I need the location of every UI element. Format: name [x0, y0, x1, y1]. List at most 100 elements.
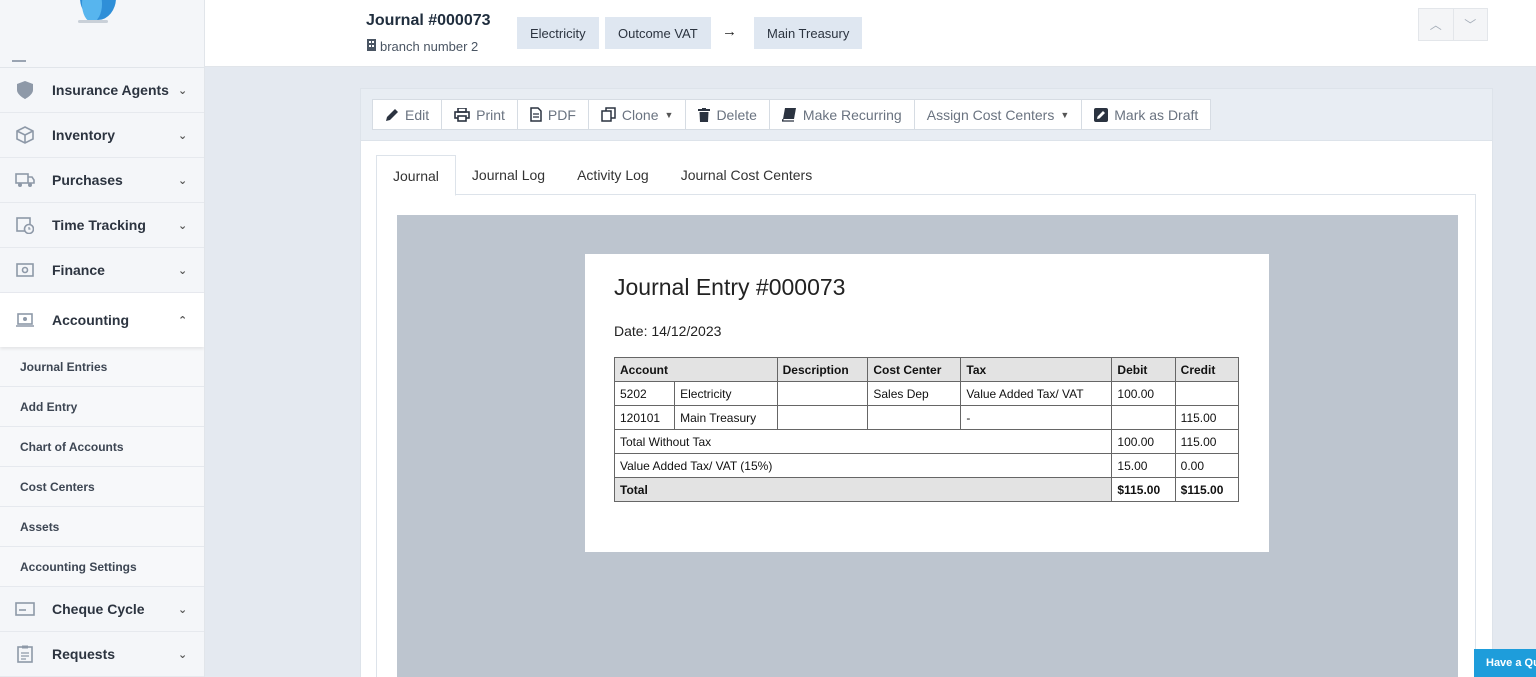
- cell-debit: 100.00: [1111, 381, 1176, 406]
- submenu-assets[interactable]: Assets: [0, 507, 204, 547]
- sidebar-item-accounting[interactable]: Accounting ⌃: [0, 293, 204, 347]
- cheque-icon: [14, 598, 36, 620]
- submenu-cost-centers[interactable]: Cost Centers: [0, 467, 204, 507]
- journal-panel: Edit Print PDF Clone ▼ Delete Make Recur…: [360, 88, 1493, 677]
- table-header-row: Account Description Cost Center Tax Debi…: [614, 357, 1240, 382]
- pencil-icon: [385, 108, 399, 122]
- chevron-down-icon: ⌄: [178, 129, 188, 142]
- submenu-journal-entries[interactable]: Journal Entries: [0, 347, 204, 387]
- edit-label: Edit: [405, 106, 430, 123]
- sidebar-item-label: Requests: [52, 646, 116, 662]
- sidebar-item-label: Finance: [52, 262, 105, 278]
- cell-account-name: Main Treasury: [674, 405, 778, 430]
- sidebar-item-label: Purchases: [52, 172, 123, 188]
- print-button[interactable]: Print: [441, 99, 518, 130]
- header-credit: Credit: [1174, 357, 1240, 382]
- sidebar-item-purchases[interactable]: Purchases ⌄: [0, 158, 204, 203]
- delete-button[interactable]: Delete: [685, 99, 770, 130]
- tab-journal[interactable]: Journal: [376, 155, 456, 196]
- header-cost-center: Cost Center: [867, 357, 962, 382]
- pdf-button[interactable]: PDF: [516, 99, 589, 130]
- journal-document: Journal Entry #000073 Date: 14/12/2023 A…: [585, 254, 1269, 552]
- header-description: Description: [776, 357, 869, 382]
- accounting-icon: [14, 309, 36, 331]
- branch-label: branch number 2: [366, 39, 478, 54]
- tab-activity-log[interactable]: Activity Log: [561, 155, 665, 195]
- arrow-right-icon: →: [722, 23, 737, 40]
- sidebar-item-requests[interactable]: Requests ⌄: [0, 632, 204, 677]
- money-icon: [14, 259, 36, 281]
- cell-tax: -: [960, 405, 1113, 430]
- file-icon: [530, 107, 542, 122]
- chevron-down-icon: ⌄: [178, 219, 188, 232]
- chevron-down-icon: ⌄: [178, 603, 188, 616]
- pdf-label: PDF: [547, 106, 576, 123]
- mark-as-draft-label: Mark as Draft: [1114, 106, 1199, 123]
- calendar-clock-icon: [14, 214, 36, 236]
- record-navigation: ︿ ﹀: [1418, 8, 1488, 41]
- edit-button[interactable]: Edit: [372, 99, 443, 130]
- sidebar-item-inventory[interactable]: Inventory ⌄: [0, 113, 204, 158]
- cell-account-code: 5202: [613, 381, 676, 406]
- submenu-add-entry[interactable]: Add Entry: [0, 387, 204, 427]
- cell-credit: [1174, 381, 1240, 406]
- sidebar-item-finance[interactable]: Finance ⌄: [0, 248, 204, 293]
- sidebar-item-cheque-cycle[interactable]: Cheque Cycle ⌄: [0, 587, 204, 632]
- caret-down-icon: ▼: [1060, 109, 1070, 120]
- total-without-tax-credit: 115.00: [1174, 429, 1240, 454]
- building-icon: [366, 39, 377, 54]
- nav-top-group: Insurance Agents ⌄ Inventory ⌄ Purchases…: [0, 68, 204, 293]
- clipboard-icon: [14, 643, 36, 665]
- cell-tax: Value Added Tax/ VAT: [960, 381, 1113, 406]
- chevron-down-icon: ⌄: [178, 264, 188, 277]
- total-credit: $115.00: [1174, 477, 1240, 502]
- page-title: Journal #000073: [366, 12, 491, 29]
- table-row: 120101 Main Treasury - 115.00: [613, 405, 1240, 430]
- clone-label: Clone: [621, 106, 659, 123]
- mark-as-draft-button[interactable]: Mark as Draft: [1081, 99, 1212, 130]
- total-without-tax-row: Total Without Tax 100.00 115.00: [613, 429, 1240, 454]
- cell-debit: [1111, 405, 1176, 430]
- make-recurring-button[interactable]: Make Recurring: [768, 99, 915, 130]
- print-label: Print: [476, 106, 505, 123]
- logo[interactable]: [0, 0, 204, 68]
- cell-description: [776, 405, 869, 430]
- assign-cost-centers-button[interactable]: Assign Cost Centers ▼: [913, 99, 1083, 130]
- box-icon: [14, 124, 36, 146]
- chevron-up-icon: ⌃: [178, 314, 188, 327]
- book-icon: [781, 107, 797, 122]
- account-chip-outcome-vat[interactable]: Outcome VAT: [605, 17, 711, 49]
- vat-credit: 0.00: [1174, 453, 1240, 478]
- vat-label: Value Added Tax/ VAT (15%): [613, 453, 1113, 478]
- clone-button[interactable]: Clone ▼: [587, 99, 687, 130]
- total-without-tax-debit: 100.00: [1111, 429, 1176, 454]
- accounting-submenu: Journal Entries Add Entry Chart of Accou…: [0, 347, 204, 587]
- sidebar-item-time-tracking[interactable]: Time Tracking ⌄: [0, 203, 204, 248]
- cell-description: [776, 381, 869, 406]
- printer-icon: [454, 107, 470, 122]
- chevron-down-icon: ⌄: [178, 84, 188, 97]
- vat-debit: 15.00: [1111, 453, 1176, 478]
- assign-cost-centers-label: Assign Cost Centers: [926, 106, 1055, 123]
- branch-text: branch number 2: [380, 39, 479, 54]
- account-chip-electricity[interactable]: Electricity: [517, 17, 599, 49]
- submenu-chart-of-accounts[interactable]: Chart of Accounts: [0, 427, 204, 467]
- sidebar-item-insurance-agents[interactable]: Insurance Agents ⌄: [0, 68, 204, 113]
- document-date: Date: 14/12/2023: [614, 323, 722, 339]
- chevron-down-icon: ⌄: [178, 174, 188, 187]
- submenu-accounting-settings[interactable]: Accounting Settings: [0, 547, 204, 587]
- account-chip-main-treasury[interactable]: Main Treasury: [754, 17, 863, 49]
- total-label: Total: [613, 477, 1113, 502]
- cell-cost-center: Sales Dep: [867, 381, 962, 406]
- document-preview: Journal Entry #000073 Date: 14/12/2023 A…: [397, 215, 1458, 677]
- chevron-up-icon[interactable]: ︿: [1419, 9, 1454, 40]
- chevron-down-icon: ⌄: [178, 648, 188, 661]
- chevron-down-icon[interactable]: ﹀: [1454, 9, 1488, 40]
- have-a-question-button[interactable]: Have a Qu: [1474, 649, 1536, 677]
- cell-account-code: 120101: [613, 405, 676, 430]
- tab-journal-log[interactable]: Journal Log: [456, 155, 561, 195]
- total-row: Total $115.00 $115.00: [613, 477, 1240, 502]
- tab-journal-cost-centers[interactable]: Journal Cost Centers: [665, 155, 829, 195]
- sidebar-item-label: Cheque Cycle: [52, 601, 145, 617]
- header-tax: Tax: [960, 357, 1113, 382]
